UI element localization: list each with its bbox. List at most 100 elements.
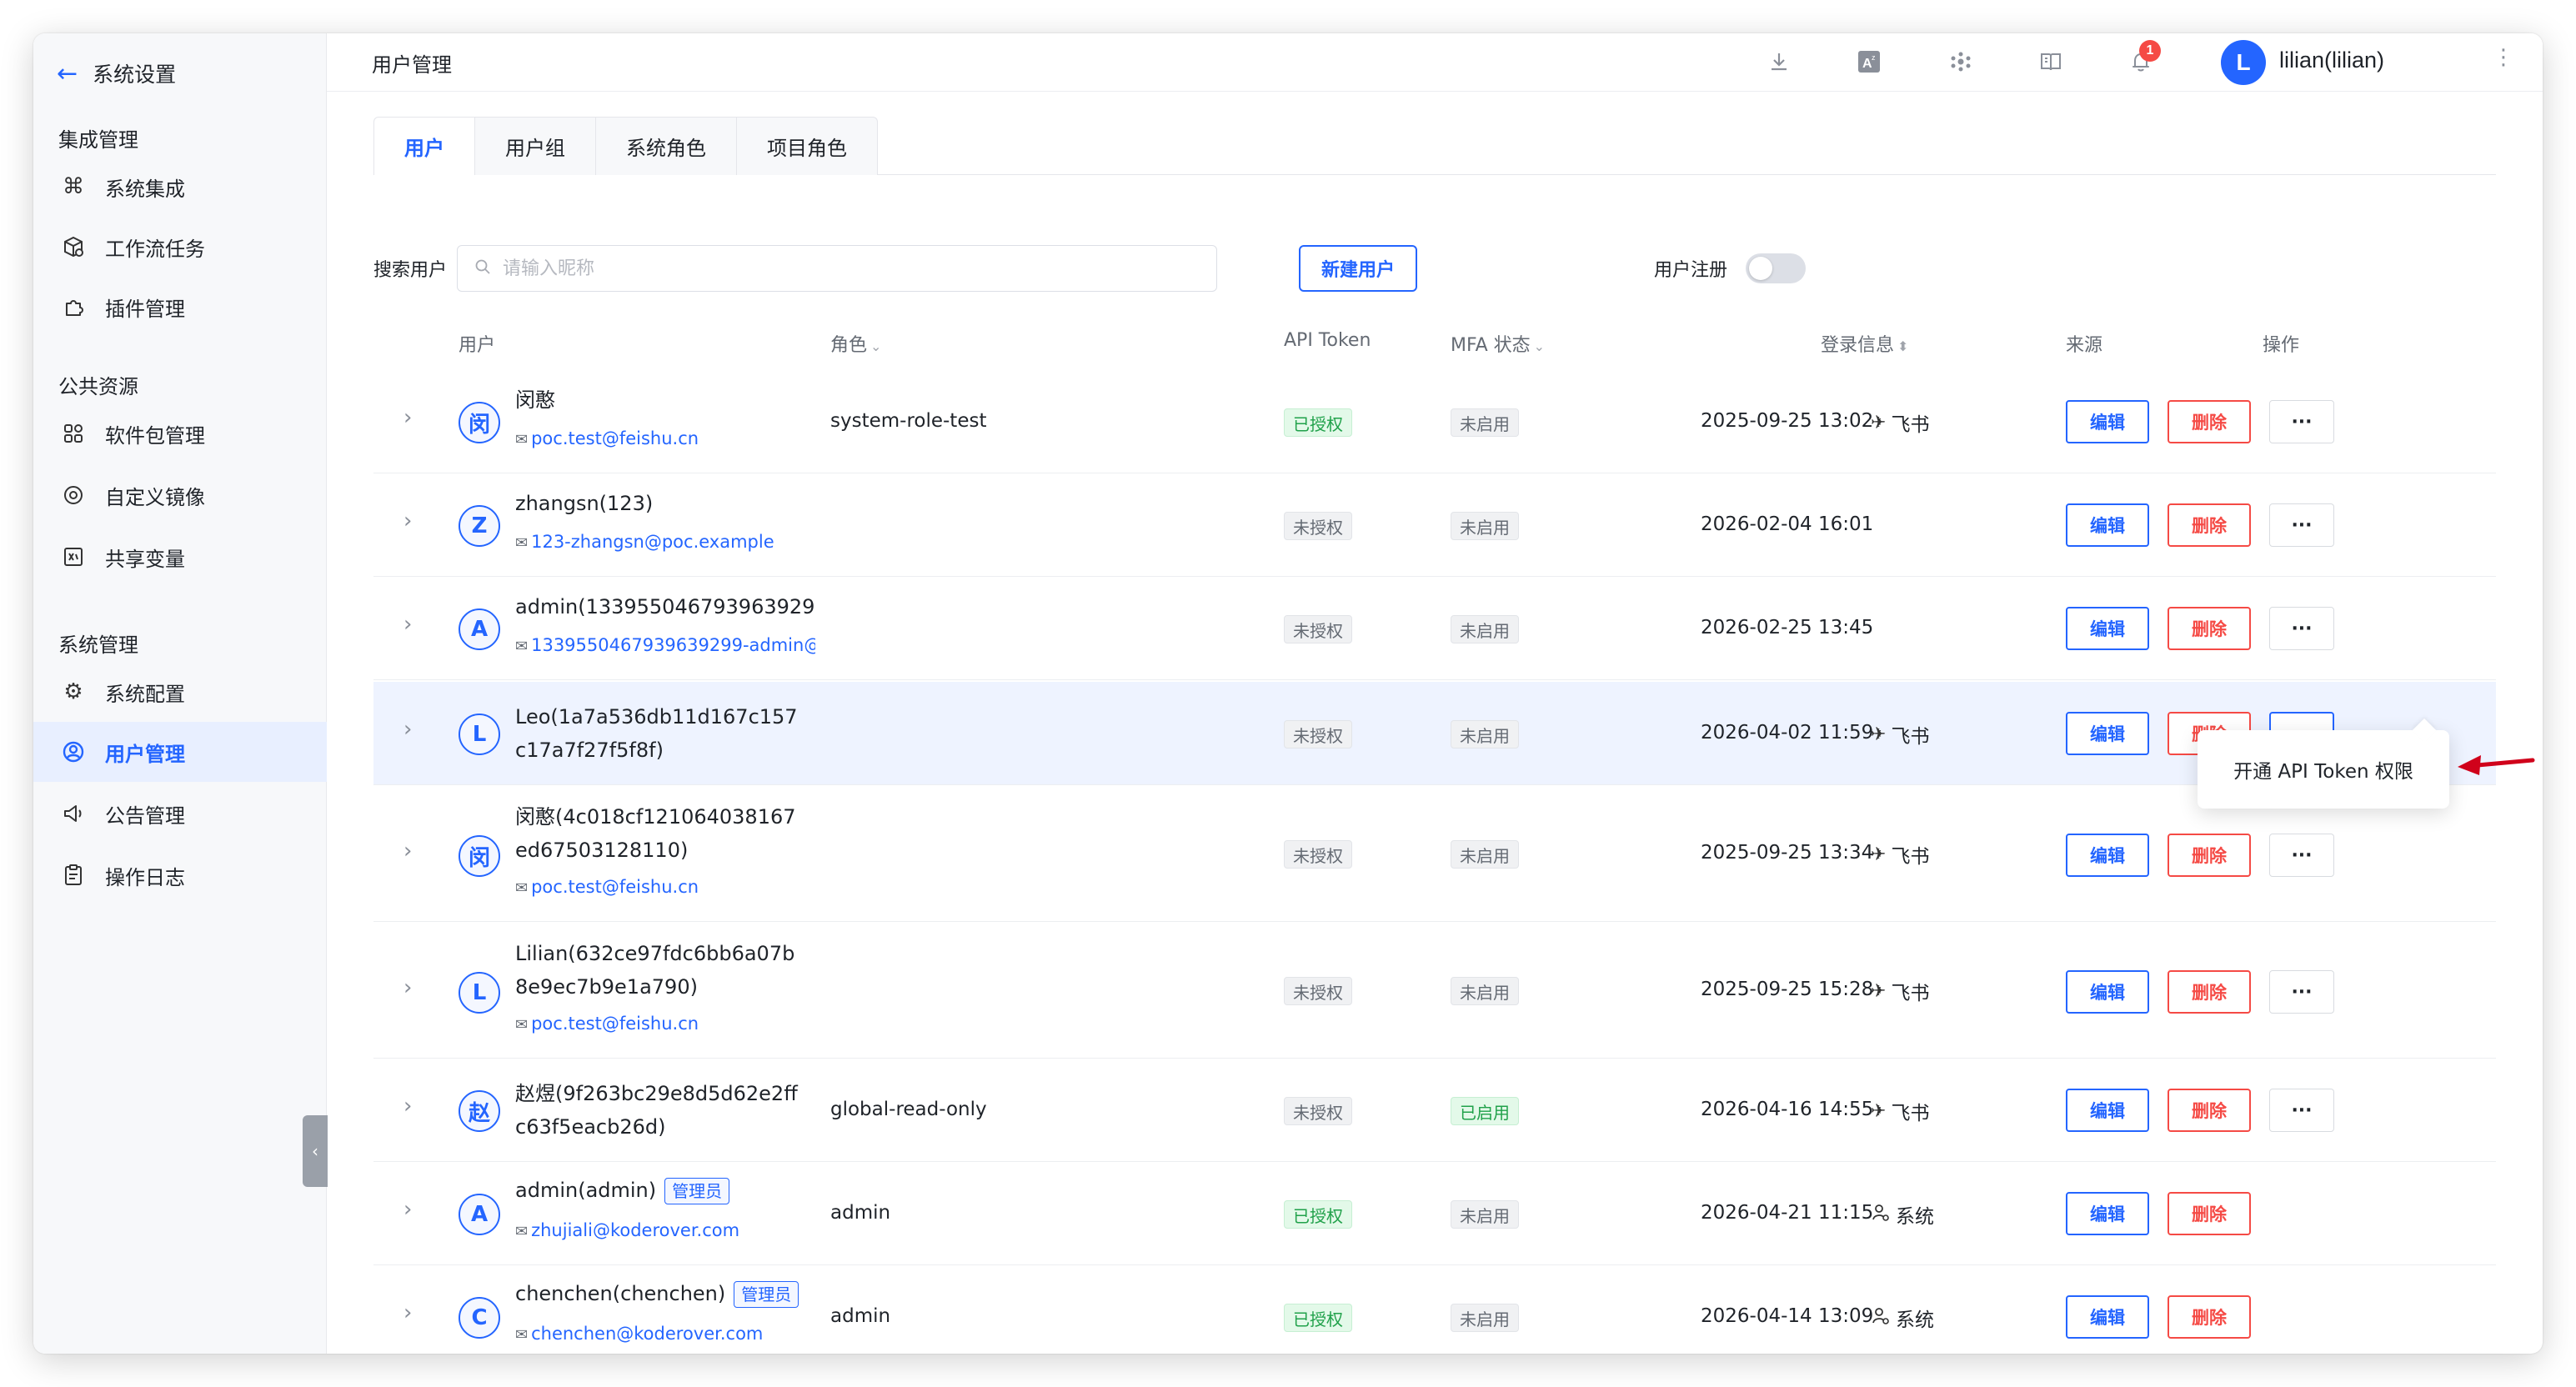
table-row[interactable]: › A admin(133955046793963929§ ✉ 133955046… [373, 578, 2496, 680]
table-row[interactable]: › Z zhangsn(123) ✉ 123-zhangsn@poc.exampl… [373, 475, 2496, 577]
chevron-right-icon[interactable]: › [403, 508, 412, 533]
edit-button[interactable]: 编辑 [2066, 400, 2149, 443]
search-input[interactable] [503, 258, 1186, 279]
mfa-status: 已启用 [1451, 1097, 1519, 1125]
avatar[interactable]: L [2221, 40, 2266, 85]
user-email[interactable]: ✉ zhujiali@koderover.com [515, 1220, 815, 1240]
edit-button[interactable]: 编辑 [2066, 1089, 2149, 1132]
sidebar-item-user-management[interactable]: 用户管理 [33, 722, 327, 782]
system-user-icon [1871, 1202, 1891, 1227]
table-row[interactable]: › L Leo(1a7a536db11d167c157c17a7f27f5f8f… [373, 682, 2496, 785]
edit-button[interactable]: 编辑 [2066, 970, 2149, 1014]
user-email[interactable]: ✉ 123-zhangsn@poc.example [515, 532, 815, 552]
column-mfa[interactable]: MFA 状态 ⌄ [1451, 330, 1545, 357]
mfa-status: 未启用 [1451, 512, 1519, 540]
user-role: system-role-test [830, 410, 987, 432]
edit-button[interactable]: 编辑 [2066, 607, 2149, 650]
tab-system-roles[interactable]: 系统角色 [595, 117, 737, 175]
user-email[interactable]: ✉ poc.test@feishu.cn [515, 428, 815, 448]
more-actions-button[interactable]: ··· [2269, 834, 2334, 877]
sidebar-item-label: 系统配置 [105, 682, 185, 706]
delete-button[interactable]: 删除 [2168, 834, 2251, 877]
edit-button[interactable]: 编辑 [2066, 712, 2149, 755]
sidebar-item-system-integration[interactable]: ⌘ 系统集成 [33, 157, 327, 217]
delete-button[interactable]: 删除 [2168, 970, 2251, 1014]
chevron-right-icon[interactable]: › [403, 839, 412, 864]
sidebar-item-label: 系统集成 [105, 177, 185, 201]
delete-button[interactable]: 删除 [2168, 607, 2251, 650]
bell-icon[interactable]: 1 [2124, 40, 2161, 78]
apps-dots-icon[interactable] [1944, 45, 1977, 78]
tab-users[interactable]: 用户 [373, 117, 475, 175]
more-vertical-icon[interactable]: ⋮ [2493, 45, 2514, 70]
chevron-right-icon[interactable]: › [403, 612, 412, 637]
sidebar-item-announcements[interactable]: 公告管理 [33, 784, 327, 844]
user-email[interactable]: ✉ 1339550467939639299-admin@ [515, 635, 815, 655]
delete-button[interactable]: 删除 [2168, 1295, 2251, 1339]
sidebar-collapse-handle[interactable]: ‹ [303, 1115, 328, 1187]
more-actions-button[interactable]: ··· [2269, 607, 2334, 650]
avatar: A [459, 608, 500, 650]
mfa-status: 未启用 [1451, 1200, 1519, 1229]
download-icon[interactable] [1762, 45, 1796, 78]
sidebar-item-operation-logs[interactable]: 操作日志 [33, 845, 327, 905]
user-email[interactable]: ✉ chenchen@koderover.com [515, 1324, 815, 1344]
sidebar-item-label: 插件管理 [105, 297, 185, 321]
chevron-right-icon[interactable]: › [403, 1300, 412, 1325]
new-user-button[interactable]: 新建用户 [1299, 245, 1417, 292]
table-row[interactable]: › 闵 闵憨(4c018cf121064038167ed67503128110)… [373, 787, 2496, 922]
disc-icon [62, 483, 85, 507]
sidebar-item-workflow-tasks[interactable]: 工作流任务 [33, 217, 327, 277]
delete-button[interactable]: 删除 [2168, 503, 2251, 547]
user-email[interactable]: ✉ poc.test@feishu.cn [515, 877, 815, 897]
sidebar-item-shared-variables[interactable]: 共享变量 [33, 527, 327, 587]
more-actions-button[interactable]: ··· [2269, 1089, 2334, 1132]
column-role[interactable]: 角色 ⌄ [830, 330, 881, 357]
tab-user-groups[interactable]: 用户组 [474, 117, 596, 175]
book-icon[interactable] [2034, 45, 2067, 78]
user-registration-label: 用户注册 [1654, 260, 1728, 281]
chevron-right-icon[interactable]: › [403, 1197, 412, 1222]
avatar: Z [459, 505, 500, 547]
user-name: admin(admin) 管理员 [515, 1174, 832, 1207]
table-row[interactable]: › 赵 赵煜(9f263bc29e8d5d62e2ffc63f5eacb26d)… [373, 1060, 2496, 1162]
back-to-settings[interactable]: ← 系统设置 [57, 50, 176, 97]
gear-icon: ⚙ [63, 679, 83, 704]
current-user-name[interactable]: lilian(lilian) [2279, 48, 2384, 73]
user-email[interactable]: ✉ poc.test@feishu.cn [515, 1014, 815, 1034]
chevron-right-icon[interactable]: › [403, 1094, 412, 1119]
user-circle-icon [62, 740, 85, 764]
delete-button[interactable]: 删除 [2168, 1192, 2251, 1235]
chevron-right-icon[interactable]: › [403, 975, 412, 1000]
enable-api-token-menu-item[interactable]: 开通 API Token 权限 [2233, 755, 2413, 784]
translate-icon[interactable]: Az [1852, 45, 1886, 78]
chevron-down-icon: ⌄ [1533, 338, 1546, 354]
api-token-status: 未授权 [1284, 720, 1352, 749]
sidebar-item-system-config[interactable]: ⚙ 系统配置 [33, 662, 327, 722]
column-user: 用户 [459, 335, 496, 356]
chevron-right-icon[interactable]: › [403, 717, 412, 742]
user-registration-toggle[interactable] [1746, 253, 1806, 283]
table-row[interactable]: › C chenchen(chenchen) 管理员 ✉ chenchen@kode… [373, 1267, 2496, 1354]
edit-button[interactable]: 编辑 [2066, 1192, 2149, 1235]
edit-button[interactable]: 编辑 [2066, 503, 2149, 547]
user-source-text: 飞书 [1891, 846, 1930, 868]
sidebar-item-packages[interactable]: 软件包管理 [33, 403, 327, 463]
table-row[interactable]: › L Lilian(632ce97fdc6bb6a07b8e9ec7b9e1a… [373, 924, 2496, 1059]
chevron-right-icon[interactable]: › [403, 405, 412, 430]
table-row[interactable]: › 闵 闵憨 ✉ poc.test@feishu.cn system-role-t… [373, 372, 2496, 473]
more-actions-button[interactable]: ··· [2269, 970, 2334, 1014]
column-actions: 操作 [2263, 335, 2300, 356]
column-login[interactable]: 登录信息 ⬍ [1821, 330, 1908, 357]
tab-project-roles[interactable]: 项目角色 [736, 117, 878, 175]
more-actions-button[interactable]: ··· [2269, 503, 2334, 547]
sidebar-item-custom-images[interactable]: 自定义镜像 [33, 465, 327, 525]
table-row[interactable]: › A admin(admin) 管理员 ✉ zhujiali@koderover.… [373, 1164, 2496, 1265]
delete-button[interactable]: 删除 [2168, 400, 2251, 443]
delete-button[interactable]: 删除 [2168, 1089, 2251, 1132]
more-actions-button[interactable]: ··· [2269, 400, 2334, 443]
sidebar-item-plugins[interactable]: 插件管理 [33, 277, 327, 337]
user-source-text: 系统 [1896, 1206, 1934, 1228]
edit-button[interactable]: 编辑 [2066, 1295, 2149, 1339]
edit-button[interactable]: 编辑 [2066, 834, 2149, 877]
